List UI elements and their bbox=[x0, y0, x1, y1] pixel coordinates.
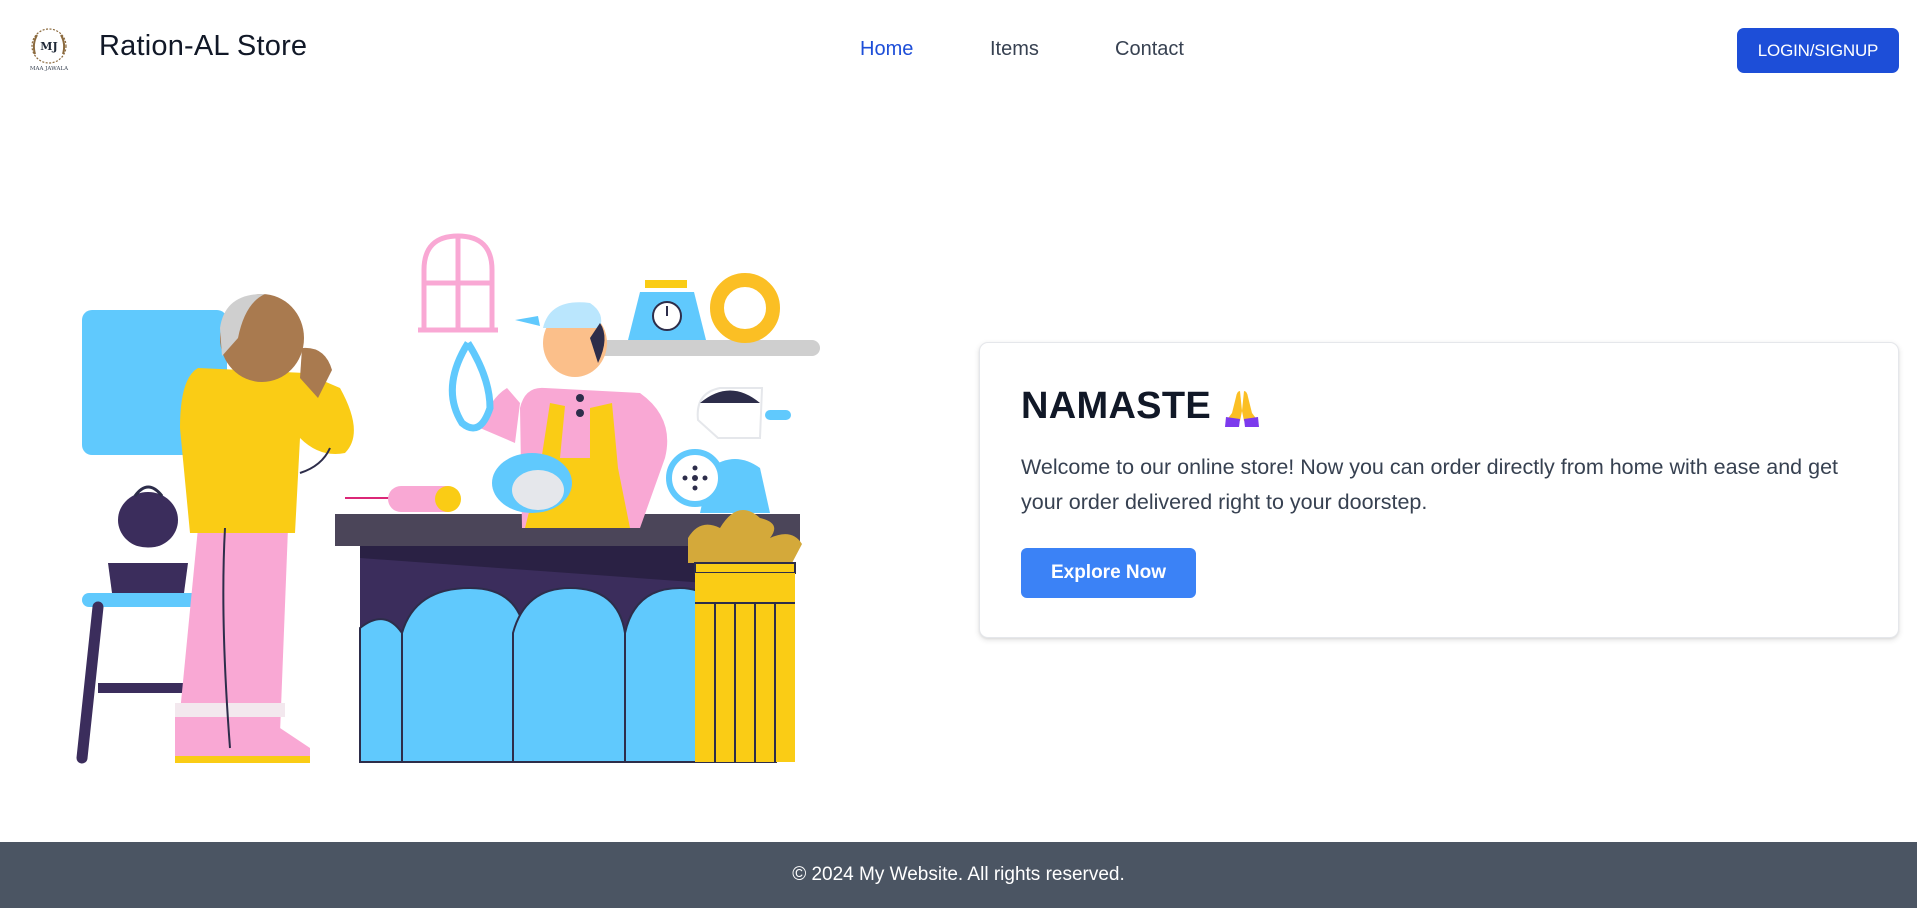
nav-items-link[interactable]: Items bbox=[990, 38, 1039, 61]
welcome-text: Welcome to our online store! Now you can… bbox=[1021, 455, 1838, 514]
card-title: NAMASTE bbox=[1021, 385, 1263, 428]
site-footer: © 2024 My Website. All rights reserved. bbox=[0, 842, 1917, 908]
login-signup-button[interactable]: LOGIN/SIGNUP bbox=[1737, 28, 1899, 73]
nav-contact-link[interactable]: Contact bbox=[1115, 38, 1184, 61]
site-header: MJ MAA JAWALA Ration-AL Store Home Items… bbox=[0, 0, 1917, 100]
nav-home-link[interactable]: Home bbox=[860, 38, 913, 61]
namaste-heading: NAMASTE bbox=[1021, 385, 1211, 427]
copyright-text: © 2024 My Website. All rights reserved. bbox=[792, 864, 1125, 885]
folded-hands-icon bbox=[1225, 390, 1259, 427]
kitchen-shop-illustration bbox=[76, 233, 820, 764]
welcome-card: NAMASTE Welcome to our online store! Now… bbox=[979, 342, 1899, 638]
main-nav: Home Items Contact bbox=[0, 38, 1917, 68]
explore-now-button[interactable]: Explore Now bbox=[1021, 548, 1196, 598]
